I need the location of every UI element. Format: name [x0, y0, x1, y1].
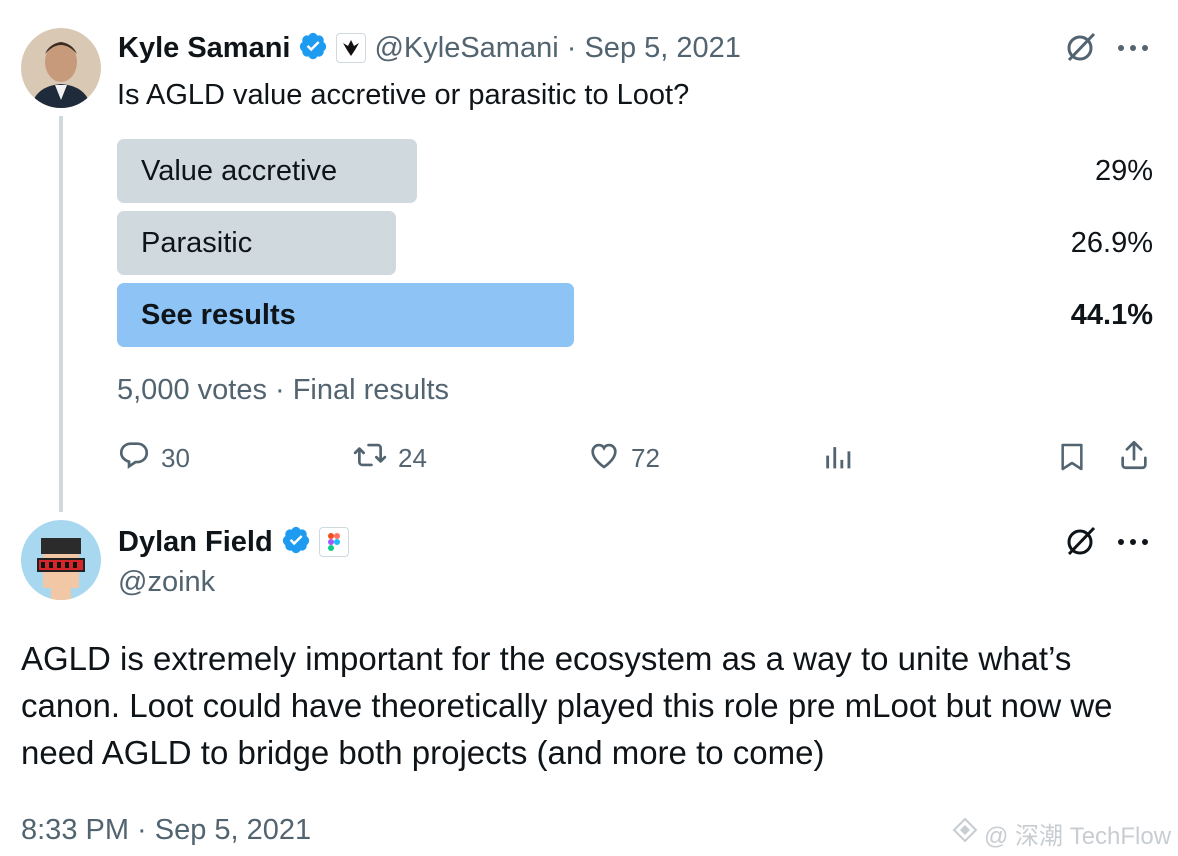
poll-option-percent: 29%: [1094, 155, 1153, 187]
verified-badge-icon: [298, 31, 328, 66]
figma-affiliation-icon[interactable]: [318, 527, 349, 557]
reply-button[interactable]: 30: [117, 438, 190, 479]
author-name[interactable]: Dylan Field: [118, 526, 273, 559]
poll-summary: 5,000 votes · Final results: [117, 374, 450, 406]
retweet-icon: [352, 438, 388, 479]
tweet2-text: AGLD is extremely important for the ecos…: [21, 640, 1113, 771]
dylan-avatar[interactable]: [21, 520, 101, 600]
poll-option-percent: 26.9%: [1070, 227, 1153, 259]
grok-icon[interactable]: [1064, 30, 1098, 64]
tweet-date[interactable]: Sep 5, 2021: [584, 32, 740, 64]
watermark-text: @ 深潮 TechFlow: [984, 823, 1172, 850]
author-handle[interactable]: @KyleSamani: [374, 32, 558, 64]
more-icon[interactable]: [1117, 44, 1149, 52]
poll-option-label: Parasitic: [141, 227, 253, 259]
poll-option-label: Value accretive: [141, 155, 338, 187]
more-icon[interactable]: [1117, 538, 1149, 546]
tweet-timestamp[interactable]: 8:33 PM · Sep 5, 2021: [21, 814, 311, 847]
author-name[interactable]: Kyle Samani: [118, 32, 290, 65]
poll-option-label: See results: [141, 299, 296, 331]
kyle-avatar[interactable]: [21, 28, 101, 108]
thread-connector: [59, 116, 63, 512]
poll-option[interactable]: Value accretive 29%: [117, 139, 1153, 203]
tweet1-text: Is AGLD value accretive or parasitic to …: [117, 79, 690, 111]
like-icon: [587, 438, 621, 479]
share-icon[interactable]: [1117, 438, 1151, 472]
retweet-button[interactable]: 24: [352, 438, 427, 479]
grok-icon[interactable]: [1064, 524, 1098, 558]
poll: Value accretive 29% Parasitic 26.9% See …: [117, 139, 1153, 347]
reply-count: 30: [161, 443, 190, 473]
like-button[interactable]: 72: [587, 438, 660, 479]
separator-dot: ·: [566, 31, 577, 64]
tweet2-header: Dylan Field: [118, 522, 349, 562]
retweet-count: 24: [398, 443, 427, 473]
poll-option-percent: 44.1%: [1070, 299, 1153, 331]
affiliation-badge-icon[interactable]: [336, 33, 367, 63]
author-handle[interactable]: @zoink: [118, 566, 215, 599]
views-icon[interactable]: [822, 440, 856, 474]
bookmark-icon[interactable]: [1056, 440, 1088, 474]
poll-option[interactable]: Parasitic 26.9%: [117, 211, 1153, 275]
verified-badge-icon: [281, 525, 311, 560]
tweet1-header: Kyle Samani @KyleSamani · Sep 5, 2021: [118, 28, 741, 68]
like-count: 72: [631, 443, 660, 473]
watermark: @ 深潮 TechFlow: [952, 816, 1171, 851]
reply-icon: [117, 438, 151, 479]
watermark-logo-icon: [952, 817, 978, 850]
poll-option-winner[interactable]: See results 44.1%: [117, 283, 1153, 347]
